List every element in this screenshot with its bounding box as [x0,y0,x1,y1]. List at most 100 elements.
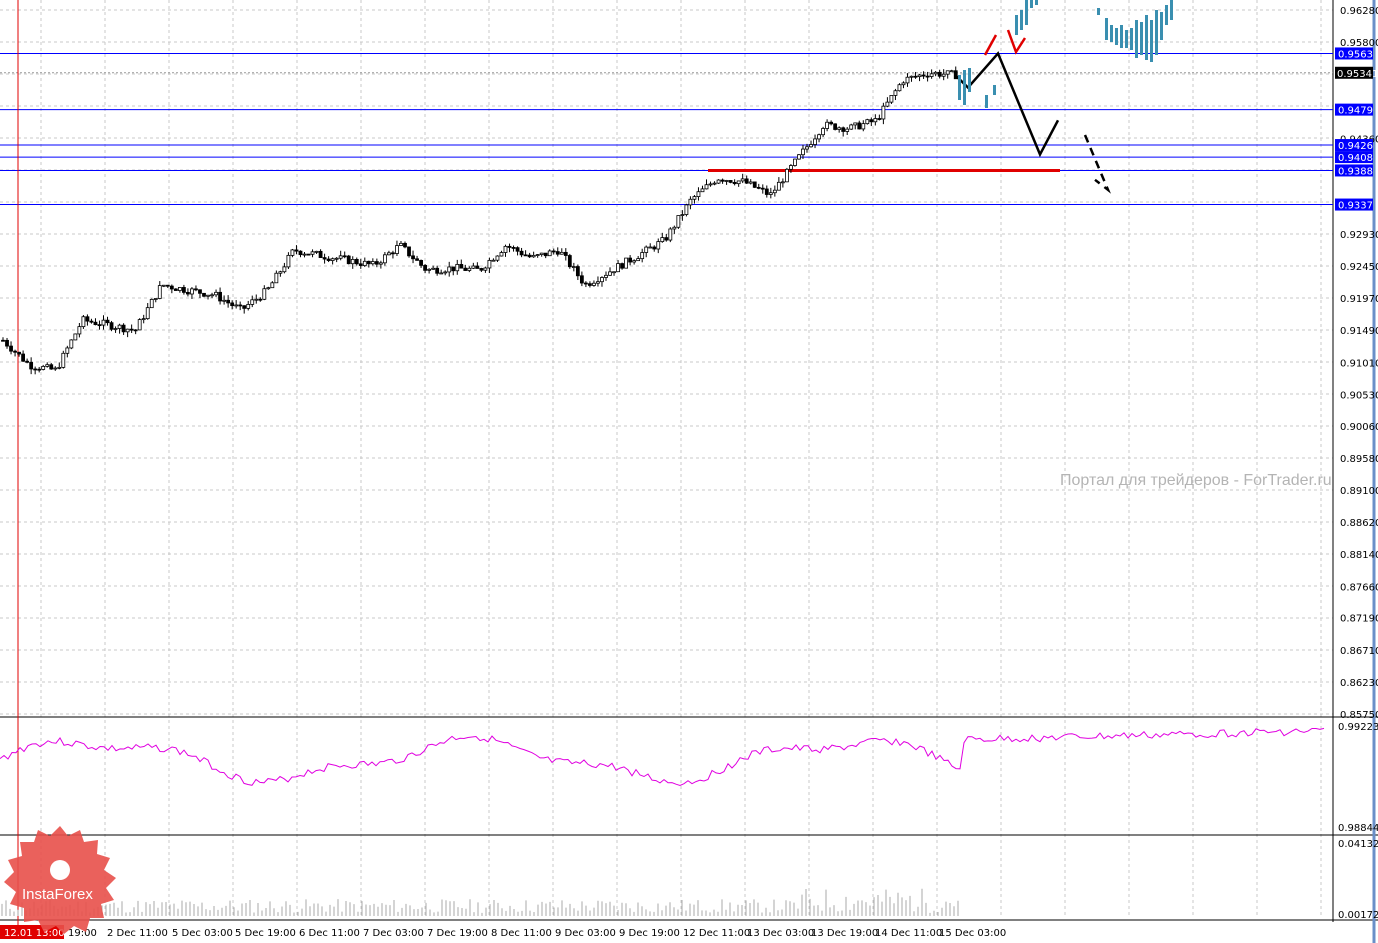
candle [198,289,202,299]
candle [724,179,729,185]
candle-body [656,241,661,250]
candle [378,260,383,269]
candle [318,249,323,258]
candle [278,270,283,277]
candle-body [378,262,383,265]
candle-body [563,251,568,256]
time-tick-label: 7 Dec 03:00 [363,928,424,939]
candle [865,118,870,125]
candle-body [298,250,303,256]
price-tick-label: 0.88620 [1340,518,1378,529]
histogram-bar [1110,25,1113,42]
candle [656,238,661,254]
candle-body [579,275,584,284]
candle [346,254,351,265]
candle [270,281,275,289]
candle [612,271,616,276]
histogram-bar [1140,22,1143,55]
candle-body [25,360,30,363]
candle [101,315,106,330]
candle-body [310,251,315,255]
histogram-bar [1030,0,1033,8]
candle [234,300,239,309]
candle-body [567,255,572,268]
candle-body [258,298,263,301]
candle [925,71,930,82]
candle [909,75,914,82]
candle [632,259,637,265]
histogram-bar [1120,25,1123,48]
candle-body [925,75,930,78]
candle-body [157,285,162,299]
candle [869,117,874,127]
candle [137,318,142,331]
candle [817,133,821,143]
indicator-scale-label: 0.99223 [1338,722,1378,733]
candle-body [817,134,821,140]
candle-body [177,287,182,291]
candle [9,341,13,355]
candle [149,298,154,309]
candle [809,140,813,148]
candle-body [475,265,480,269]
candle-body [391,252,395,255]
candle-body [523,254,528,257]
candle-body [145,307,150,320]
price-tick-label: 0.86710 [1340,646,1378,657]
price-tick-label: 0.92930 [1340,230,1378,241]
candle [579,271,584,287]
candle-body [648,246,653,249]
histogram-bar [1015,15,1018,35]
indicator-scale-label: 0.98844 [1338,823,1378,834]
candle-body [214,291,218,296]
candle-body [869,119,874,123]
candle-body [921,74,926,77]
candle-body [334,257,339,260]
candle [716,179,721,184]
price-tick-label: 0.89580 [1340,454,1378,465]
candle [53,366,58,371]
candle [507,243,512,253]
candle [97,320,102,330]
candle-body [350,258,355,265]
candle-body [684,204,689,215]
histogram-bar [1135,20,1138,58]
histogram-bar [1025,0,1028,25]
chart-window[interactable]: 0.962800.958000.943600.929300.924500.919… [0,0,1378,943]
candle [242,305,247,314]
candle-body [744,178,749,184]
candle-body [575,266,580,277]
candle [314,250,319,254]
candle [169,284,174,294]
candle-body [600,277,604,283]
candle-body [511,247,516,249]
candle-body [161,284,166,287]
candle-body [479,268,484,271]
candle [519,247,524,258]
candle [294,245,299,255]
candle-body [33,368,38,371]
candle [592,280,596,287]
candle-body [785,168,789,183]
candle [93,318,98,326]
candle-body [861,123,866,130]
candle [785,167,789,183]
candle-body [628,257,633,263]
candle-body [760,187,765,190]
candle [648,243,653,249]
candle [322,253,327,264]
candle [186,288,190,297]
candle-body [326,258,331,261]
candle-body [246,304,251,309]
candle-body [463,267,468,271]
candle [190,287,194,299]
candle-body [668,228,673,241]
candle [736,180,741,187]
candle-body [210,294,214,297]
candle [1,337,5,342]
candle-body [644,246,649,253]
candle [89,318,94,324]
candle [720,178,725,184]
candle [222,295,227,305]
candle-body [503,245,508,253]
